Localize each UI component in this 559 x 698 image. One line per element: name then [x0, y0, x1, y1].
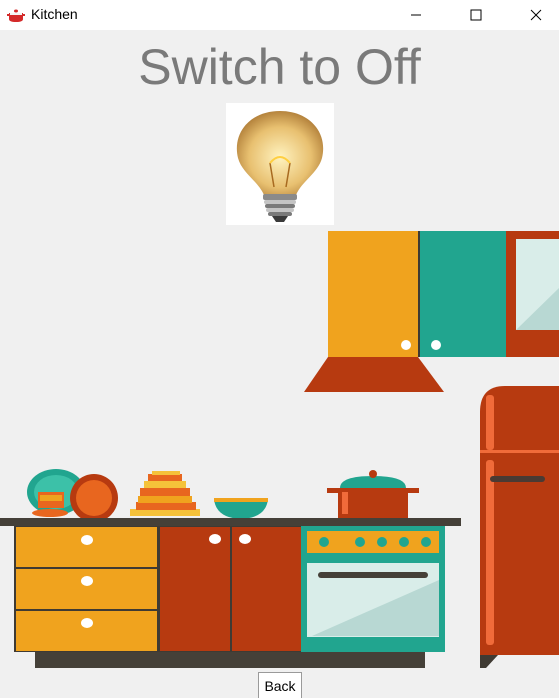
minimize-icon — [411, 14, 421, 16]
oven — [301, 526, 445, 652]
close-button[interactable] — [513, 0, 559, 30]
minimize-button[interactable] — [393, 0, 439, 30]
counter-dishes — [27, 469, 268, 522]
maximize-icon — [470, 9, 482, 21]
rust-cabinet — [158, 526, 303, 652]
back-button[interactable]: Back — [258, 672, 302, 698]
title-bar: Kitchen — [0, 0, 559, 30]
light-bulb-icon — [236, 111, 324, 222]
countertop — [0, 518, 461, 526]
range-hood — [304, 357, 444, 392]
window-title: Kitchen — [31, 6, 78, 22]
drawer-cabinet — [14, 526, 160, 652]
light-bulb-image — [226, 103, 334, 225]
close-icon — [530, 9, 542, 21]
maximize-button[interactable] — [453, 0, 499, 30]
content-area: Switch to Off Back — [0, 30, 559, 698]
cabinet-base — [35, 652, 425, 668]
cooking-pot — [327, 470, 419, 520]
refrigerator — [480, 386, 559, 668]
kitchen-pot-icon — [7, 9, 25, 22]
upper-cabinets — [328, 231, 559, 357]
